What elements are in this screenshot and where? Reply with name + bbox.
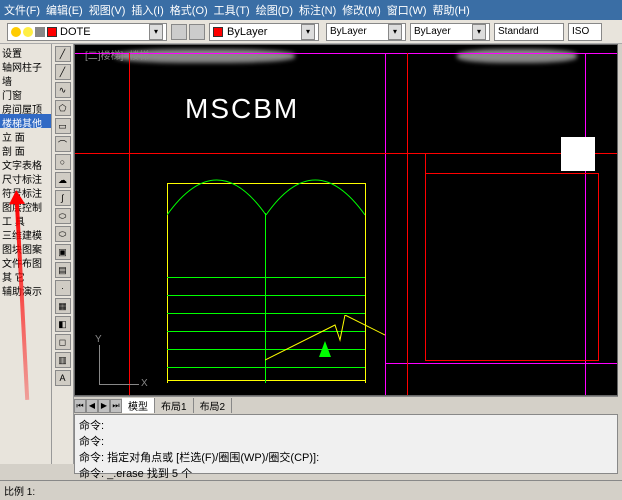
drawing-label: MSCBM — [185, 93, 299, 125]
iso-value: ISO — [572, 26, 589, 37]
rectangle-tool-icon[interactable]: ▭ — [55, 118, 71, 134]
ucs-y-label: Y — [95, 334, 102, 345]
region-tool-icon[interactable]: ◻ — [55, 334, 71, 350]
layer-states-icon[interactable] — [189, 24, 205, 40]
chevron-down-icon[interactable]: ▾ — [301, 24, 315, 40]
revcloud-tool-icon[interactable]: ☁ — [55, 172, 71, 188]
direction-arrow-icon — [319, 341, 331, 357]
polygon-tool-icon[interactable]: ⬠ — [55, 100, 71, 116]
lineweight-selector[interactable]: ByLayer ▾ — [326, 23, 406, 41]
lock-icon — [35, 27, 45, 37]
command-history-line: 命令: 指定对角点或 [栏选(F)/圈围(WP)/圈交(CP)]: — [79, 449, 613, 465]
tab-layout2[interactable]: 布局2 — [194, 398, 233, 413]
mtext-tool-icon[interactable]: A — [55, 370, 71, 386]
gradient-tool-icon[interactable]: ◧ — [55, 316, 71, 332]
layer-selector[interactable]: DOTE ▾ — [7, 23, 167, 41]
drawing-viewport[interactable]: [二]楼梯]=楼梯 MSCBM — [74, 44, 618, 396]
tab-layout1[interactable]: 布局1 — [155, 398, 194, 413]
panel-item-door-window[interactable]: 门窗 — [0, 86, 51, 100]
command-window[interactable]: 命令: 命令: 命令: 指定对角点或 [栏选(F)/圈围(WP)/圈交(CP)]… — [74, 414, 618, 474]
circle-tool-icon[interactable]: ○ — [55, 154, 71, 170]
panel-item-3d-model[interactable]: 三维建模 — [0, 226, 51, 240]
panel-item-elevation[interactable]: 立 面 — [0, 128, 51, 142]
textstyle-value: Standard — [498, 26, 539, 37]
redaction-smudge — [457, 49, 577, 63]
command-history-line: 命令: _.erase 找到 5 个 — [79, 465, 613, 481]
chevron-down-icon[interactable]: ▾ — [472, 24, 486, 40]
linetype-value: ByLayer — [227, 26, 267, 38]
menu-file[interactable]: 文件(F) — [4, 2, 40, 18]
panel-item-tools[interactable]: 工 具 — [0, 212, 51, 226]
plotstyle-value: ByLayer — [414, 26, 451, 37]
ucs-x-label: X — [141, 378, 148, 389]
panel-item-file-layout[interactable]: 文件布图 — [0, 254, 51, 268]
arc-tool-icon[interactable]: ⌒ — [55, 136, 71, 152]
panel-item-other[interactable]: 其 它 — [0, 268, 51, 282]
table-tool-icon[interactable]: ▥ — [55, 352, 71, 368]
panel-item-wall[interactable]: 墙 — [0, 72, 51, 86]
menu-window[interactable]: 窗口(W) — [387, 2, 427, 18]
ellipse-tool-icon[interactable]: ⬭ — [55, 208, 71, 224]
layer-toolbar: DOTE ▾ ByLayer ▾ ByLayer ▾ ByLayer ▾ Sta… — [0, 20, 622, 44]
tab-next-icon[interactable]: ▶ — [98, 399, 110, 413]
panel-item-layer-control[interactable]: 图层控制 — [0, 198, 51, 212]
panel-item-grid-column[interactable]: 轴网柱子 — [0, 58, 51, 72]
panel-item-stair-other[interactable]: 楼梯其他 — [0, 114, 51, 128]
draw-toolbar-vertical: ╱ ╱ ∿ ⬠ ▭ ⌒ ○ ☁ ∫ ⬭ ⬭ ▣ ▤ · ▦ ◧ ◻ ▥ A — [52, 44, 74, 464]
lineweight-value: ByLayer — [330, 26, 367, 37]
command-history-line: 命令: — [79, 433, 613, 449]
tab-last-icon[interactable]: ⏭ — [110, 399, 122, 413]
panel-item-assist-demo[interactable]: 辅助演示 — [0, 282, 51, 296]
chevron-down-icon[interactable]: ▾ — [149, 24, 163, 40]
plotstyle-selector[interactable]: ByLayer ▾ — [410, 23, 490, 41]
insert-block-icon[interactable]: ▣ — [55, 244, 71, 260]
textstyle-selector[interactable]: Standard — [494, 23, 564, 41]
make-block-icon[interactable]: ▤ — [55, 262, 71, 278]
menu-tools[interactable]: 工具(T) — [214, 2, 250, 18]
tab-prev-icon[interactable]: ◀ — [86, 399, 98, 413]
color-swatch — [47, 27, 57, 37]
menu-help[interactable]: 帮助(H) — [433, 2, 470, 18]
tab-first-icon[interactable]: ⏮ — [74, 399, 86, 413]
bulb-icon — [11, 27, 21, 37]
status-scale: 比例 1: — [4, 483, 35, 498]
selection-marker — [561, 137, 595, 171]
hatch-tool-icon[interactable]: ▦ — [55, 298, 71, 314]
ellipse-arc-tool-icon[interactable]: ⬭ — [55, 226, 71, 242]
break-line-icon — [265, 315, 385, 365]
point-tool-icon[interactable]: · — [55, 280, 71, 296]
iso-selector[interactable]: ISO — [568, 23, 602, 41]
color-swatch — [213, 27, 223, 37]
menu-insert[interactable]: 插入(I) — [131, 2, 163, 18]
redaction-smudge — [115, 49, 295, 63]
panel-item-section[interactable]: 剖 面 — [0, 142, 51, 156]
panel-item-dimension[interactable]: 尺寸标注 — [0, 170, 51, 184]
door-arc-icon — [167, 145, 365, 225]
menu-bar: 文件(F) 编辑(E) 视图(V) 插入(I) 格式(O) 工具(T) 绘图(D… — [0, 0, 622, 20]
tab-model[interactable]: 模型 — [122, 398, 155, 413]
layout-tabs: ⏮ ◀ ▶ ⏭ 模型 布局1 布局2 — [74, 396, 618, 414]
xline-tool-icon[interactable]: ╱ — [55, 64, 71, 80]
menu-format[interactable]: 格式(O) — [170, 2, 208, 18]
command-history-line: 命令: — [79, 417, 613, 433]
panel-item-text-table[interactable]: 文字表格 — [0, 156, 51, 170]
layer-prev-icon[interactable] — [171, 24, 187, 40]
panel-item-block-pattern[interactable]: 图块图案 — [0, 240, 51, 254]
chevron-down-icon[interactable]: ▾ — [388, 24, 402, 40]
menu-modify[interactable]: 修改(M) — [342, 2, 381, 18]
menu-view[interactable]: 视图(V) — [89, 2, 126, 18]
menu-draw[interactable]: 绘图(D) — [256, 2, 293, 18]
architecture-panel: 设置 轴网柱子 墙 门窗 房间屋顶 楼梯其他 立 面 剖 面 文字表格 尺寸标注… — [0, 44, 52, 464]
menu-edit[interactable]: 编辑(E) — [46, 2, 83, 18]
freeze-icon — [23, 27, 33, 37]
menu-dimension[interactable]: 标注(N) — [299, 2, 336, 18]
polyline-tool-icon[interactable]: ∿ — [55, 82, 71, 98]
panel-item-settings[interactable]: 设置 — [0, 44, 51, 58]
layer-name: DOTE — [60, 26, 91, 38]
panel-item-room-roof[interactable]: 房间屋顶 — [0, 100, 51, 114]
linetype-selector[interactable]: ByLayer ▾ — [209, 23, 319, 41]
status-bar: 比例 1: — [0, 480, 622, 500]
spline-tool-icon[interactable]: ∫ — [55, 190, 71, 206]
line-tool-icon[interactable]: ╱ — [55, 46, 71, 62]
